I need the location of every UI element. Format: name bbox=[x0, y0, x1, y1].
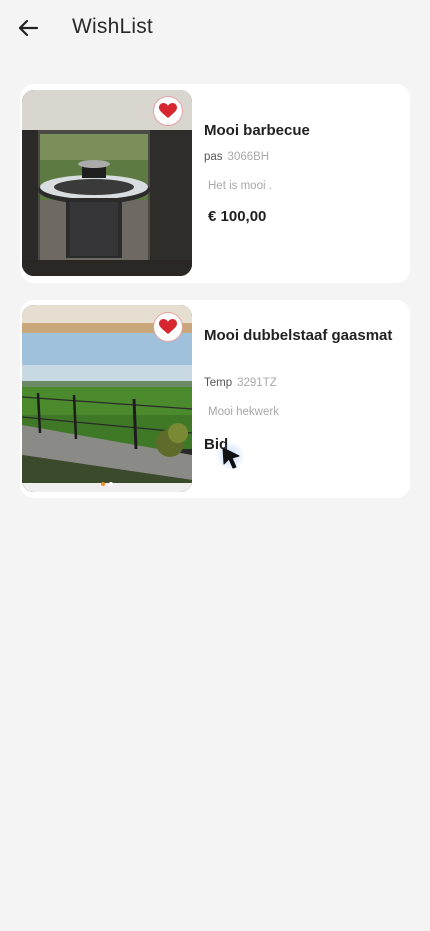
page-title: WishList bbox=[72, 15, 153, 38]
item-title[interactable]: Mooi dubbelstaaf gaasmat bbox=[204, 325, 394, 346]
app-bar: WishList bbox=[0, 0, 430, 58]
item-location: Temp 3291TZ bbox=[204, 377, 277, 389]
back-button[interactable] bbox=[14, 14, 42, 42]
wishlist-item-card[interactable]: Mooi dubbelstaaf gaasmat Temp 3291TZ Mooi… bbox=[20, 300, 410, 498]
favorite-button[interactable] bbox=[153, 96, 183, 126]
item-city: pas bbox=[204, 151, 223, 163]
mouse-cursor-icon bbox=[222, 447, 240, 469]
carousel-dot[interactable] bbox=[109, 482, 113, 486]
item-description: Mooi hekwerk bbox=[208, 406, 279, 418]
item-zip: 3066BH bbox=[227, 151, 270, 163]
favorite-button[interactable] bbox=[153, 312, 183, 342]
item-city: Temp bbox=[204, 377, 233, 389]
item-title[interactable]: Mooi barbecue bbox=[204, 120, 394, 141]
item-zip: 3291TZ bbox=[237, 377, 277, 389]
arrow-left-icon bbox=[18, 19, 39, 37]
heart-icon bbox=[159, 319, 177, 334]
carousel-dot-active[interactable] bbox=[101, 482, 105, 486]
item-location: pas 3066BH bbox=[204, 151, 269, 163]
heart-icon bbox=[159, 103, 177, 118]
item-description: Het is mooi . bbox=[208, 180, 272, 192]
carousel-dots bbox=[22, 482, 192, 486]
item-price: € 100,00 bbox=[208, 208, 267, 225]
wishlist-item-card[interactable]: Mooi barbecue pas 3066BH Het is mooi . € … bbox=[20, 84, 410, 283]
